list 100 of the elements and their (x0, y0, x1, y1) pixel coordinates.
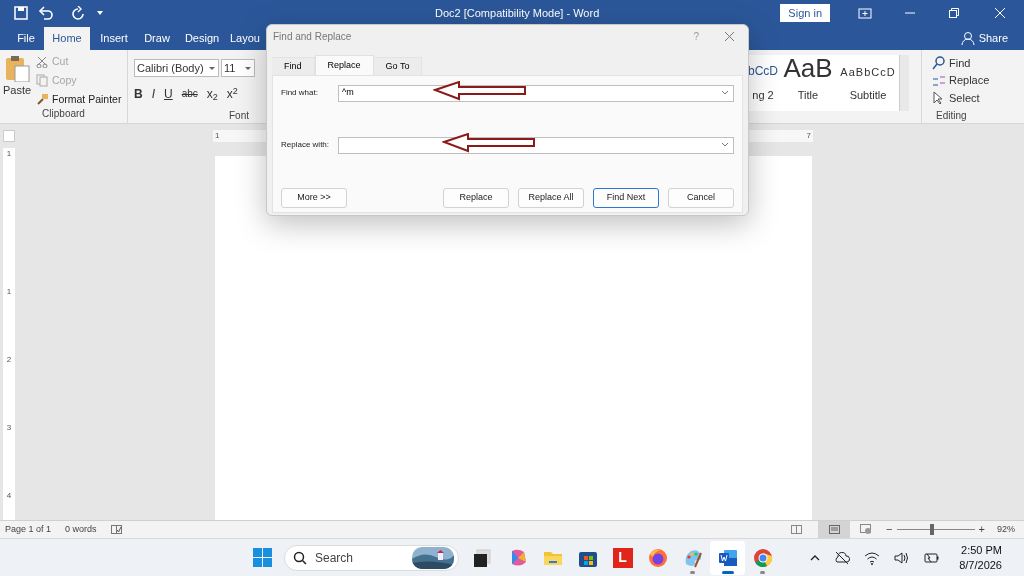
gallery-scrollbar[interactable] (899, 55, 909, 111)
ruler-number: 1 (6, 150, 12, 158)
font-name-field[interactable]: Calibri (Body) (134, 59, 219, 77)
wifi-icon[interactable] (864, 550, 881, 565)
dialog-button[interactable]: Replace (443, 188, 509, 208)
restore-icon[interactable] (949, 8, 959, 18)
page-icon (828, 525, 840, 534)
group-label: Font (228, 109, 250, 123)
editing-command[interactable]: Find (932, 54, 993, 72)
paintbrush-icon (36, 92, 49, 106)
undo-icon[interactable] (38, 5, 54, 21)
zoom-level[interactable]: 92% (997, 522, 1015, 537)
ribbon-tab[interactable]: Insert (93, 27, 135, 50)
chevron-up-icon[interactable] (810, 553, 821, 562)
ribbon-display-icon[interactable] (858, 6, 872, 20)
style-name: ng 2 (752, 88, 774, 103)
dialog-button[interactable]: Cancel (668, 188, 734, 208)
paste-button[interactable]: Paste (0, 54, 34, 106)
format-button[interactable]: I (151, 88, 155, 100)
copy-icon (36, 74, 49, 88)
ruler-number: 2 (6, 356, 12, 364)
ruler-number: 1 (215, 130, 220, 142)
group-label: Clipboard (41, 107, 86, 121)
word-count[interactable]: 0 words (65, 522, 97, 537)
zoom-out-button[interactable]: − (886, 521, 893, 538)
ribbon-tab[interactable]: Design (179, 27, 225, 50)
close-icon[interactable] (725, 31, 734, 41)
ruler-number: 3 (6, 424, 12, 432)
style-sample: AaB (783, 55, 833, 85)
running-indicator (721, 570, 734, 574)
running-indicator (690, 570, 695, 574)
dialog-button[interactable]: More >> (281, 188, 347, 208)
style-sample: bCcD (748, 63, 778, 80)
dropdown-icon[interactable] (721, 90, 729, 96)
word-icon (717, 547, 738, 568)
share-button[interactable]: Share (978, 29, 1008, 46)
search-icon (932, 55, 946, 70)
style-gallery-item[interactable]: AaBbCcD Subtitle (837, 55, 899, 109)
clock[interactable]: 2:50 PM 8/7/2026 (959, 542, 1002, 573)
dialog-button[interactable]: Find Next (593, 188, 659, 208)
style-gallery-item[interactable]: bCcD ng 2 (747, 55, 779, 109)
clipboard-icon (4, 54, 30, 82)
redo-icon[interactable] (70, 6, 84, 20)
taskbar-app-button[interactable]: L (605, 540, 640, 575)
zoom-slider-thumb[interactable] (929, 524, 934, 535)
editing-command[interactable]: Select (932, 89, 993, 107)
format-button[interactable]: abc (181, 89, 198, 99)
ribbon-tab[interactable]: Layou (228, 27, 262, 50)
group-label: Editing (935, 109, 968, 123)
style-gallery-item[interactable]: AaB Title (779, 55, 837, 109)
field-label: Find what: (281, 87, 319, 99)
firefox-icon (647, 547, 668, 568)
ribbon-tab[interactable]: Draw (138, 27, 176, 50)
editing-command[interactable]: Replace (932, 71, 993, 90)
taskbar-app-button[interactable] (710, 540, 745, 575)
window-title: Doc2 [Compatibility Mode] - Word (435, 5, 600, 21)
replace-icon (932, 73, 946, 88)
font-size-field[interactable]: 11 (221, 59, 255, 77)
style-name: Title (797, 88, 819, 103)
page-count[interactable]: Page 1 of 1 (5, 522, 52, 537)
battery-icon[interactable] (923, 550, 940, 565)
zoom-in-button[interactable]: + (978, 521, 985, 538)
dropdown-icon[interactable] (208, 65, 216, 71)
windows-logo-icon[interactable] (253, 548, 272, 567)
ruler-number: 7 (806, 130, 811, 142)
ruler-number: 4 (6, 492, 12, 500)
chrome-icon (752, 547, 773, 568)
style-sample: AaBbCcD (840, 65, 896, 80)
format-button[interactable]: B (134, 88, 143, 100)
cloud-off-icon[interactable] (834, 549, 851, 566)
dialog-tab[interactable]: Replace (314, 55, 374, 75)
dialog-title: Find and Replace (273, 29, 353, 44)
sign-in-button[interactable]: Sign in (780, 4, 830, 22)
scissors-icon (36, 55, 49, 69)
ribbon-tab[interactable]: File (11, 27, 41, 50)
field-label: Replace with: (281, 139, 331, 151)
format-button[interactable]: x$_{2}$ (206, 88, 218, 100)
customize-toolbar-icon[interactable] (96, 9, 104, 17)
person-icon[interactable] (960, 30, 975, 45)
dropdown-icon[interactable] (721, 142, 729, 148)
clipboard-command[interactable]: Format Painter (36, 91, 122, 108)
save-icon[interactable] (14, 6, 28, 20)
ribbon-tab[interactable]: Home (44, 27, 90, 50)
dropdown-icon[interactable] (244, 65, 252, 71)
dialog-tab[interactable]: Go To (373, 57, 423, 75)
read-mode-icon[interactable] (791, 525, 803, 534)
print-layout-button[interactable] (818, 521, 851, 538)
search-icon (293, 550, 307, 565)
running-indicator (760, 570, 765, 574)
style-name: Subtitle (849, 88, 887, 103)
ruler-number: 1 (6, 288, 12, 296)
dialog-button[interactable]: Replace All (518, 188, 584, 208)
task-view-icon (472, 547, 493, 568)
format-button[interactable]: x$^{2}$ (226, 88, 238, 100)
web-layout-icon[interactable] (860, 524, 873, 535)
dialog-tab[interactable]: Find (272, 57, 315, 75)
volume-icon[interactable] (894, 550, 910, 565)
proofing-icon[interactable] (110, 525, 122, 534)
format-button[interactable]: U (164, 88, 173, 100)
search-field[interactable]: Search (284, 544, 459, 571)
